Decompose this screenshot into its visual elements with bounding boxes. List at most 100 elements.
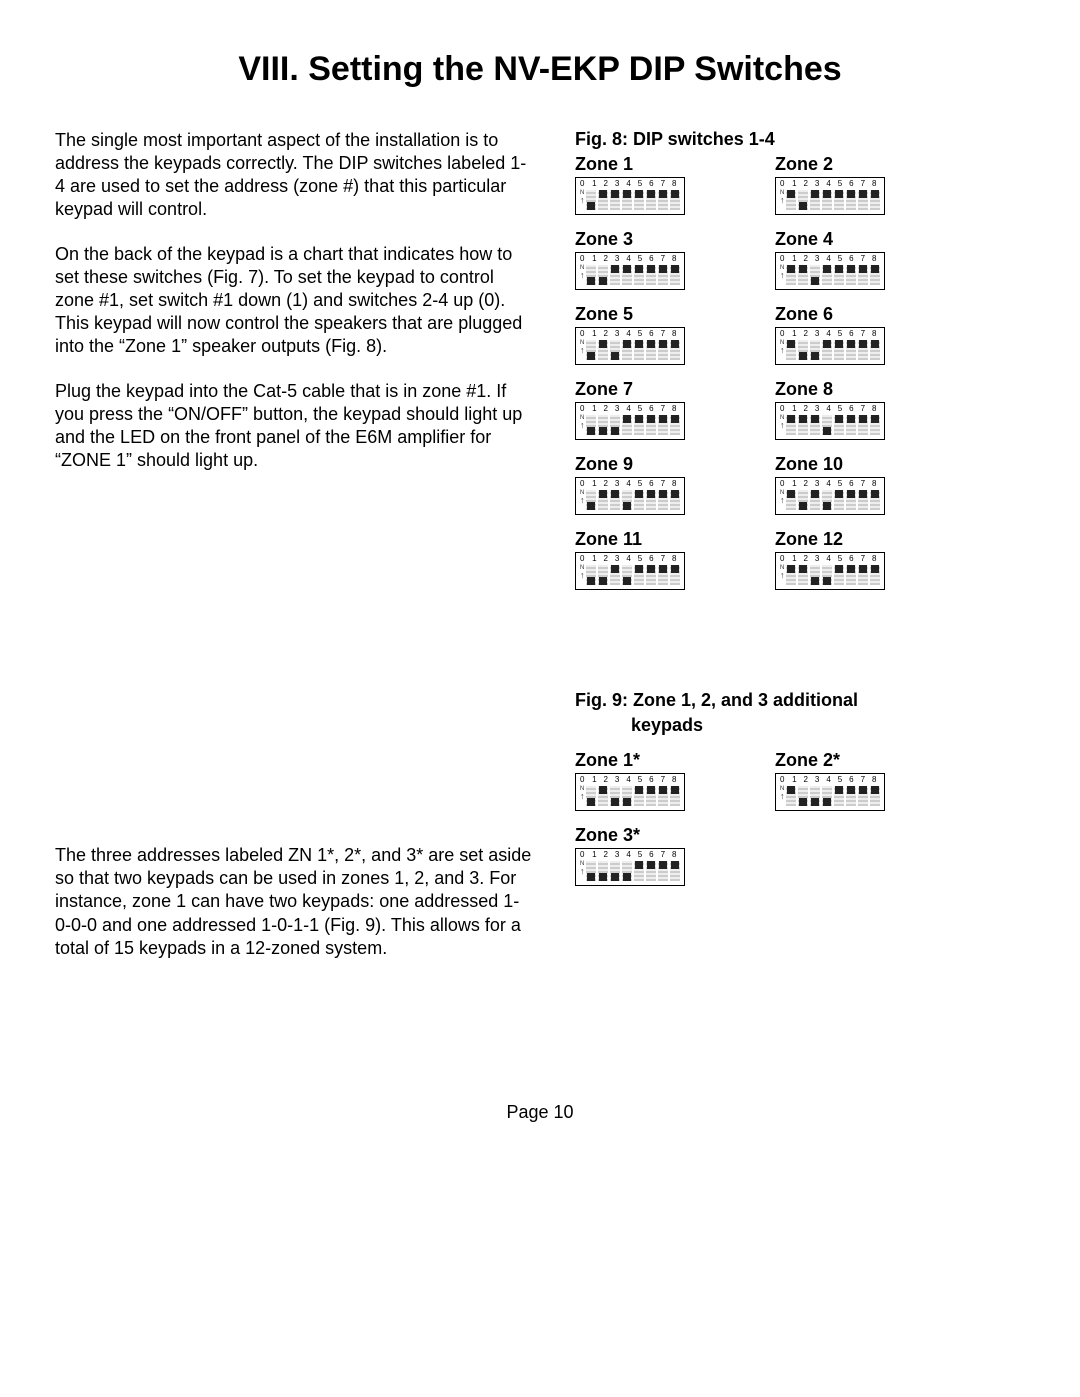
zone-cell: Zone 12012345678N↑	[775, 529, 975, 590]
dip-switch	[870, 265, 880, 285]
dip-switch	[646, 786, 656, 806]
dip-switch	[786, 415, 796, 435]
dip-switch	[786, 565, 796, 585]
dip-switch	[822, 190, 832, 210]
zone-label: Zone 8	[775, 379, 975, 400]
dip-number-row: 012345678	[780, 555, 880, 563]
dip-switch	[634, 265, 644, 285]
dip-switch-diagram: 012345678N↑	[575, 177, 685, 215]
dip-switch	[622, 190, 632, 210]
fig8-grid: Zone 1012345678N↑Zone 2012345678N↑Zone 3…	[575, 154, 1025, 590]
dip-switch-diagram: 012345678N↑	[775, 552, 885, 590]
paragraph-2: On the back of the keypad is a chart tha…	[55, 243, 535, 358]
dip-switch	[658, 265, 668, 285]
dip-switch	[798, 190, 808, 210]
zone-cell: Zone 4012345678N↑	[775, 229, 975, 290]
page-title: VIII. Setting the NV-EKP DIP Switches	[55, 50, 1025, 89]
dip-switch	[810, 340, 820, 360]
zone-cell: Zone 2012345678N↑	[775, 154, 975, 215]
dip-number-row: 012345678	[580, 255, 680, 263]
dip-switch	[634, 786, 644, 806]
dip-switch	[586, 786, 596, 806]
zone-cell: Zone 10012345678N↑	[775, 454, 975, 515]
zone-label: Zone 2*	[775, 750, 975, 771]
zone-cell: Zone 3*012345678N↑	[575, 825, 775, 886]
dip-switch	[822, 265, 832, 285]
dip-switch	[658, 340, 668, 360]
dip-switch	[810, 265, 820, 285]
dip-switch-diagram: 012345678N↑	[775, 252, 885, 290]
dip-switch	[798, 340, 808, 360]
dip-number-row: 012345678	[580, 480, 680, 488]
dip-switch	[858, 565, 868, 585]
dip-switch	[622, 861, 632, 881]
dip-switch	[646, 415, 656, 435]
zone-label: Zone 6	[775, 304, 975, 325]
page-number: Page 10	[55, 1102, 1025, 1123]
dip-switch	[610, 861, 620, 881]
dip-number-row: 012345678	[580, 776, 680, 784]
dip-switch	[610, 415, 620, 435]
dip-switch-diagram: 012345678N↑	[575, 252, 685, 290]
dip-switch	[598, 190, 608, 210]
dip-switch	[646, 265, 656, 285]
dip-switch	[798, 786, 808, 806]
zone-cell: Zone 9012345678N↑	[575, 454, 775, 515]
dip-switch-diagram: 012345678N↑	[775, 773, 885, 811]
dip-switch	[634, 565, 644, 585]
dip-number-row: 012345678	[780, 330, 880, 338]
dip-switch	[586, 340, 596, 360]
dip-switch	[586, 565, 596, 585]
dip-switch	[834, 786, 844, 806]
dip-switch	[670, 265, 680, 285]
dip-switch	[834, 265, 844, 285]
dip-switch	[786, 265, 796, 285]
dip-switch	[670, 786, 680, 806]
right-column: Fig. 8: DIP switches 1-4 Zone 1012345678…	[575, 129, 1025, 982]
dip-switch	[610, 490, 620, 510]
dip-switch	[598, 340, 608, 360]
dip-switch	[786, 340, 796, 360]
dip-switch-diagram: 012345678N↑	[775, 327, 885, 365]
zone-label: Zone 5	[575, 304, 775, 325]
dip-switch	[598, 565, 608, 585]
zone-cell: Zone 3012345678N↑	[575, 229, 775, 290]
dip-number-row: 012345678	[580, 180, 680, 188]
dip-switch	[598, 490, 608, 510]
dip-switch	[634, 190, 644, 210]
dip-switch	[834, 415, 844, 435]
zone-label: Zone 9	[575, 454, 775, 475]
zone-cell: Zone 2*012345678N↑	[775, 750, 975, 811]
dip-switch	[858, 415, 868, 435]
dip-switch-diagram: 012345678N↑	[575, 773, 685, 811]
dip-switch	[798, 490, 808, 510]
zone-cell: Zone 6012345678N↑	[775, 304, 975, 365]
dip-switch	[834, 565, 844, 585]
dip-switch	[658, 490, 668, 510]
dip-switch-diagram: 012345678N↑	[775, 477, 885, 515]
dip-switch	[586, 265, 596, 285]
dip-switch	[598, 786, 608, 806]
dip-switch	[622, 265, 632, 285]
zone-label: Zone 1*	[575, 750, 775, 771]
zone-label: Zone 11	[575, 529, 775, 550]
dip-switch	[646, 190, 656, 210]
dip-switch	[858, 490, 868, 510]
zone-cell: Zone 1012345678N↑	[575, 154, 775, 215]
paragraph-3: Plug the keypad into the Cat-5 cable tha…	[55, 380, 535, 472]
dip-switch	[870, 565, 880, 585]
dip-switch	[622, 490, 632, 510]
dip-switch	[622, 786, 632, 806]
fig9-subtitle: keypads	[631, 715, 1025, 736]
dip-switch	[670, 490, 680, 510]
dip-switch	[810, 565, 820, 585]
dip-number-row: 012345678	[580, 851, 680, 859]
dip-switch	[834, 340, 844, 360]
dip-switch	[786, 190, 796, 210]
dip-switch	[634, 340, 644, 360]
left-column: The single most important aspect of the …	[55, 129, 535, 982]
two-column-layout: The single most important aspect of the …	[55, 129, 1025, 982]
dip-switch	[670, 861, 680, 881]
dip-switch	[598, 415, 608, 435]
dip-number-row: 012345678	[580, 555, 680, 563]
